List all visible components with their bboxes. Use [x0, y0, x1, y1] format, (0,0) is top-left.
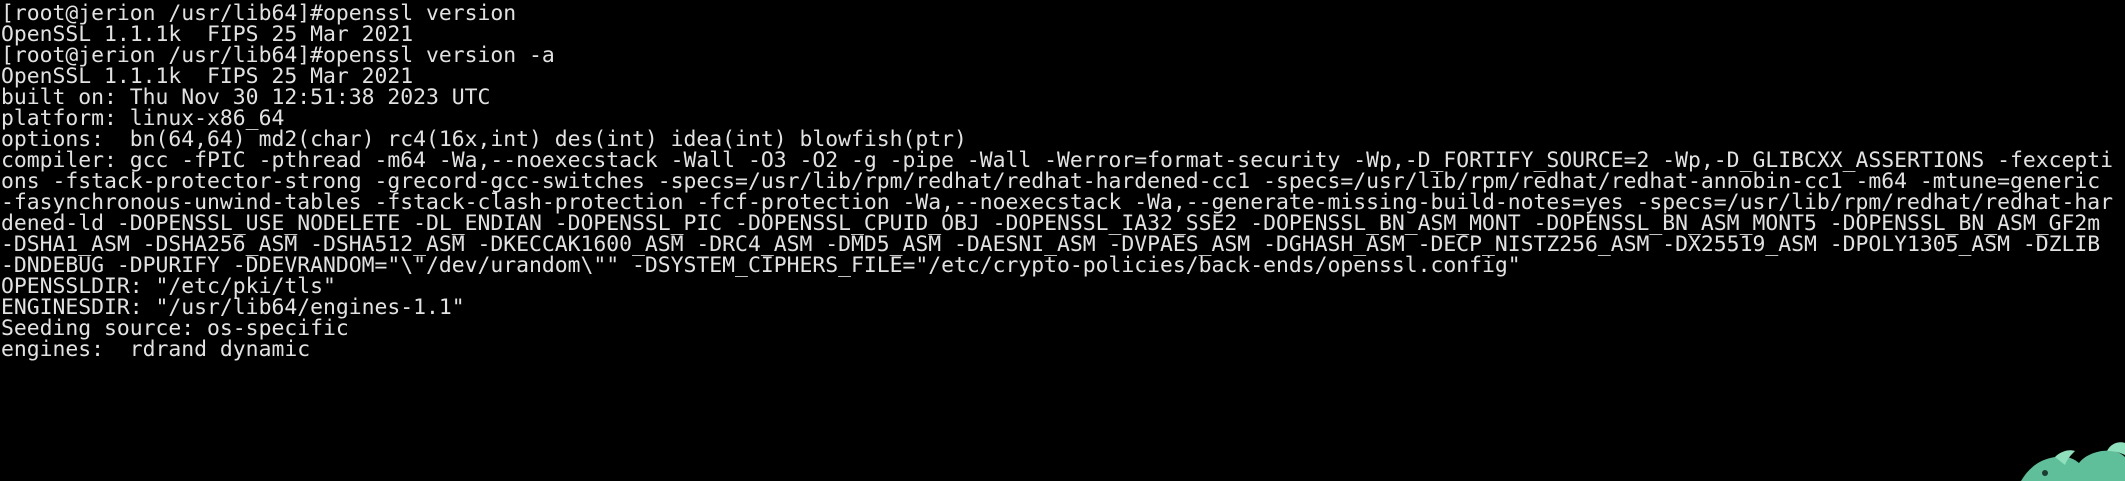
- terminal-line-output: engines: rdrand dynamic: [1, 337, 311, 362]
- mascot-icon: [2021, 442, 2125, 481]
- terminal-window[interactable]: [root@jerion /usr/lib64]#openssl version…: [0, 0, 2125, 481]
